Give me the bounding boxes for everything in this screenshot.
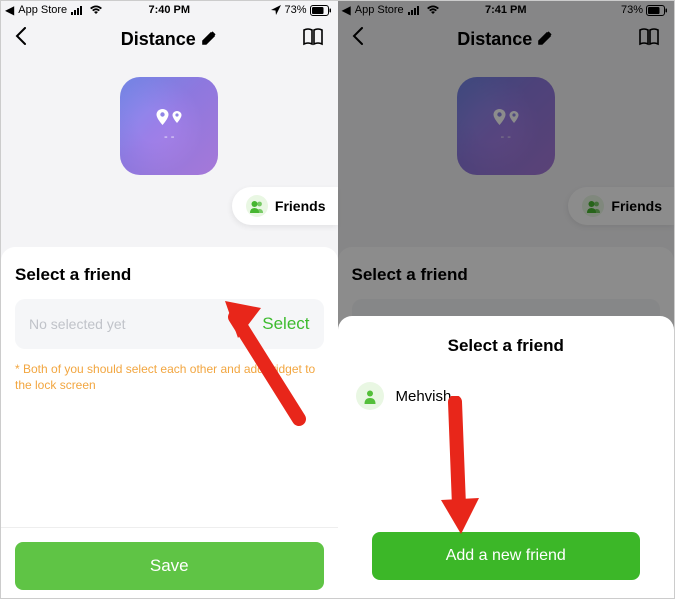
back-to-app-caret-icon[interactable]: ◀ [5,3,14,17]
friends-pill[interactable]: Friends [232,187,338,225]
distance-widget-tile: - - [120,77,218,175]
edit-icon[interactable] [202,31,216,48]
friend-row[interactable]: Mehvish [354,378,659,414]
select-friend-sheet: Select a friend Mehvish Add a new friend [338,316,675,598]
wifi-icon [89,5,103,15]
sheet-title: Select a friend [354,336,659,356]
back-button[interactable] [15,27,35,51]
signal-icon [71,6,85,15]
back-to-app-label[interactable]: App Store [18,4,67,16]
bottom-bar: Save [1,527,338,598]
page-title: Distance [121,29,196,50]
phone-screen-left: ◀ App Store 7:40 PM 73% Distance [1,1,338,598]
location-pins-icon [156,109,182,125]
avatar-icon [356,382,384,410]
select-link[interactable]: Select [262,314,309,334]
widget-preview: - - [1,61,338,185]
phone-screen-right: ◀ App Store 7:41 PM 73% Distance [338,1,675,598]
friends-icon [246,195,268,217]
location-arrow-icon [271,5,281,15]
guide-icon[interactable] [302,28,324,51]
card-title: Select a friend [15,265,324,285]
status-bar: ◀ App Store 7:40 PM 73% [1,1,338,17]
friend-select-row[interactable]: No selected yet Select [15,299,324,349]
battery-percent: 73% [284,4,306,16]
friends-label: Friends [275,198,326,214]
select-friend-card: Select a friend No selected yet Select *… [1,247,338,527]
status-time: 7:40 PM [148,4,190,16]
placeholder-text: No selected yet [29,316,126,332]
battery-icon [310,5,332,16]
friend-name: Mehvish [396,388,452,405]
nav-bar: Distance [1,17,338,61]
save-button[interactable]: Save [15,542,324,590]
add-friend-button[interactable]: Add a new friend [372,532,640,580]
widget-distance-value: - - [164,131,174,143]
hint-text: * Both of you should select each other a… [15,361,324,393]
